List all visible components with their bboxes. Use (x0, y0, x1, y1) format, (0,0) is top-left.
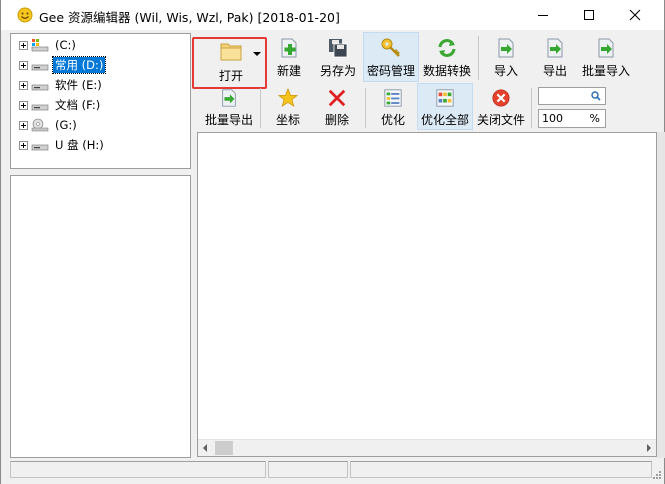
expand-icon[interactable] (19, 100, 28, 110)
file-list-pane[interactable] (10, 175, 191, 458)
drive-icon (31, 144, 49, 151)
refresh-icon (438, 39, 456, 57)
tree-item-f[interactable]: 文档 (F:) (19, 96, 102, 114)
expand-icon[interactable] (19, 140, 28, 150)
drive-icon (31, 64, 49, 71)
toolbar-separator (365, 88, 366, 128)
list-icon (384, 89, 402, 107)
expand-icon[interactable] (19, 60, 28, 70)
new-button[interactable]: 新建 (269, 33, 309, 83)
minimize-button[interactable] (520, 0, 566, 30)
key-icon (381, 38, 400, 57)
drive-icon (31, 104, 49, 111)
tree-item-label: 文档 (F:) (55, 98, 101, 112)
maximize-icon (584, 10, 594, 20)
highlight-annotation (192, 37, 267, 89)
import-icon (498, 38, 514, 58)
drive-tree[interactable]: (C:) 常用 (D:) 软件 (E:) 文档 (F:) (G:) U 盘 (H… (10, 33, 191, 169)
toolbar-separator (531, 88, 532, 128)
tree-item-e[interactable]: 软件 (E:) (19, 76, 104, 94)
toolbar-separator (478, 36, 479, 80)
tree-item-label: 软件 (E:) (55, 78, 102, 92)
close-file-icon (492, 89, 510, 107)
system-drive-icon (31, 39, 49, 52)
tree-item-label: (C:) (55, 38, 76, 52)
export-label: 导出 (542, 64, 567, 78)
background-strip (657, 132, 665, 458)
smiley-icon (17, 7, 33, 23)
delete-icon (328, 89, 346, 107)
batch-export-label: 批量导出 (204, 113, 253, 127)
data-convert-button[interactable]: 数据转换 (420, 33, 474, 83)
batch-export-button[interactable]: 批量导出 (201, 84, 257, 130)
tree-item-c[interactable]: (C:) (19, 36, 78, 54)
optimize-all-button[interactable]: 优化全部 (417, 83, 473, 130)
coordinates-label: 坐标 (275, 113, 300, 127)
tree-item-label: U 盘 (H:) (55, 138, 104, 152)
batch-import-button[interactable]: 批量导入 (579, 33, 633, 83)
import-label: 导入 (493, 64, 518, 78)
zoom-unit: % (589, 112, 600, 125)
expand-icon[interactable] (19, 120, 28, 130)
batch-export-icon (222, 89, 236, 107)
search-input[interactable] (538, 87, 606, 105)
scroll-left-icon[interactable] (203, 444, 207, 452)
search-icon (591, 91, 601, 101)
scroll-thumb[interactable] (215, 441, 233, 455)
tree-item-d[interactable]: 常用 (D:) (19, 56, 107, 74)
status-panel-3 (350, 461, 652, 478)
data-convert-label: 数据转换 (422, 64, 471, 78)
app-window: Gee 资源编辑器 (Wil, Wis, Wzl, Pak) [2018-01-… (0, 0, 665, 484)
save-as-label: 另存为 (319, 64, 356, 78)
scroll-right-icon[interactable] (647, 444, 651, 452)
toolbar-separator (260, 88, 261, 128)
status-panel-2 (268, 461, 348, 478)
new-label: 新建 (276, 64, 301, 78)
zoom-value: 100 (542, 112, 563, 125)
zoom-field[interactable]: 100 % (538, 109, 606, 128)
status-bar (1, 459, 664, 484)
close-file-label: 关闭文件 (476, 113, 525, 127)
resize-grip-icon[interactable] (652, 470, 662, 480)
grid-icon (436, 89, 454, 107)
image-view[interactable] (197, 132, 657, 457)
expand-icon[interactable] (19, 80, 28, 90)
expand-icon[interactable] (19, 40, 28, 50)
drive-icon (31, 84, 49, 91)
optimize-all-label: 优化全部 (420, 113, 469, 127)
status-panel-1 (10, 461, 266, 478)
close-file-button[interactable]: 关闭文件 (474, 84, 528, 130)
optimize-label: 优化 (380, 113, 405, 127)
export-icon (547, 38, 563, 58)
tree-item-label: (G:) (55, 118, 77, 132)
new-file-icon (281, 38, 297, 58)
star-icon (277, 88, 299, 108)
minimize-icon (538, 15, 548, 16)
close-icon (629, 9, 641, 21)
save-as-button[interactable]: 另存为 (315, 33, 361, 83)
optimize-button[interactable]: 优化 (373, 84, 413, 130)
password-manager-button[interactable]: 密码管理 (363, 32, 419, 82)
export-button[interactable]: 导出 (535, 33, 575, 83)
save-icon (329, 39, 348, 58)
tree-item-h[interactable]: U 盘 (H:) (19, 136, 106, 154)
close-button[interactable] (612, 0, 658, 30)
tree-item-g[interactable]: (G:) (19, 116, 79, 134)
delete-label: 删除 (324, 113, 349, 127)
delete-button[interactable]: 删除 (317, 84, 357, 130)
cd-drive-icon (31, 118, 49, 132)
title-bar: Gee 资源编辑器 (Wil, Wis, Wzl, Pak) [2018-01-… (1, 0, 664, 30)
password-manager-label: 密码管理 (366, 64, 415, 78)
import-button[interactable]: 导入 (486, 33, 526, 83)
batch-import-label: 批量导入 (581, 64, 630, 78)
coordinates-button[interactable]: 坐标 (268, 84, 308, 130)
maximize-button[interactable] (566, 0, 612, 30)
window-title: Gee 资源编辑器 (Wil, Wis, Wzl, Pak) [2018-01-… (39, 10, 340, 25)
batch-import-icon (598, 38, 614, 58)
tree-item-label: 常用 (D:) (51, 56, 107, 74)
horizontal-scrollbar[interactable] (198, 439, 656, 456)
